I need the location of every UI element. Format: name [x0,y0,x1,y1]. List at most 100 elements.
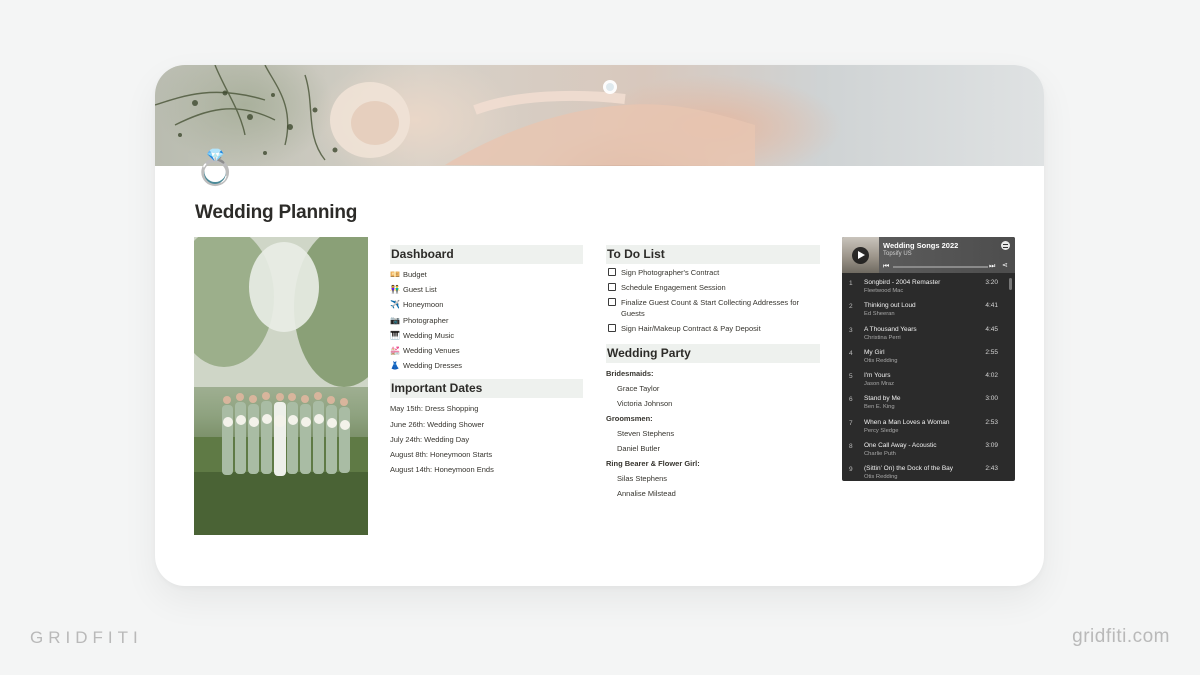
party-member: Steven Stephens [617,429,675,438]
track-number: 3 [849,326,853,334]
todo-item: Schedule Engagement Session [608,282,820,293]
track-duration: 2:43 [985,465,998,473]
player-header: Wedding Songs 2022 Topsify US ⏮ ⏭ ⋖ [842,237,1015,273]
todo-item: Sign Hair/Makeup Contract & Pay Deposit [608,323,820,334]
party-group-label: Bridesmaids: [606,369,654,378]
track-duration: 2:55 [985,348,998,356]
track-duration: 2:53 [985,418,998,426]
spotify-embed: Wedding Songs 2022 Topsify US ⏮ ⏭ ⋖ 1 Son… [842,237,1015,481]
notion-page: 💍 Wedding Planning Dashboard 💴 Budget 👫 … [155,65,1044,586]
next-track-icon[interactable]: ⏭ [989,263,995,270]
track-row[interactable]: 5 I'm Yours Jason Mraz 4:02 [842,371,1015,394]
date-item: May 15th: Dress Shopping [390,404,479,414]
date-item: June 26th: Wedding Shower [390,419,485,429]
date-item: August 8th: Honeymoon Starts [390,449,493,459]
track-row[interactable]: 1 Songbird - 2004 Remaster Fleetwood Mac 3:… [842,278,1015,301]
track-number: 5 [849,373,853,381]
page-title: Wedding Planning [195,202,358,223]
dashboard-item-label: Wedding Venues [403,345,460,355]
party-member: Daniel Butler [617,444,660,453]
dashboard-item-wedding-dresses[interactable]: 👗 Wedding Dresses [390,358,583,373]
dashboard-item-guest-list[interactable]: 👫 Guest List [390,282,583,297]
todo-text[interactable]: Finalize Guest Count & Start Collecting … [621,297,817,319]
todo-item: Finalize Guest Count & Start Collecting … [608,297,820,319]
track-title: Thinking out Loud [864,302,916,310]
dashboard-item-wedding-venues[interactable]: 💒 Wedding Venues [390,343,583,358]
todo-checkbox[interactable] [608,268,616,276]
track-row[interactable]: 2 Thinking out Loud Ed Sheeran 4:41 [842,301,1015,324]
track-number: 2 [849,303,853,311]
money-icon: 💴 [390,270,400,279]
brand-wordmark: GRIDFITI [30,628,143,647]
todo-checkbox[interactable] [608,324,616,332]
todo-heading: To Do List [606,245,820,264]
todo-checkbox[interactable] [608,298,616,306]
brand-url: gridfiti.com [1072,626,1170,647]
spotify-logo-icon[interactable] [1001,241,1010,250]
track-number: 1 [849,280,853,287]
bridal-party-photo [194,237,368,535]
track-title: Songbird - 2004 Remaster [864,279,941,286]
track-row[interactable]: 9 (Sittin' On) the Dock of the Bay Otis Re… [842,464,1015,481]
track-artist: Fleetwood Mac [864,288,904,294]
airplane-icon: ✈️ [390,300,400,310]
cover-image[interactable] [155,65,1044,166]
date-item: July 24th: Wedding Day [390,434,470,444]
track-title: Stand by Me [864,395,901,403]
track-artist: Jason Mraz [864,381,894,388]
todo-text[interactable]: Sign Hair/Makeup Contract & Pay Deposit [621,323,817,334]
dashboard-item-label: Wedding Music [403,330,455,340]
track-duration: 4:45 [985,325,998,333]
track-artist: Ben E. King [864,404,895,411]
dashboard-item-honeymoon[interactable]: ✈️ Honeymoon [390,297,583,312]
todo-checkbox[interactable] [608,283,616,291]
track-title: One Call Away - Acoustic [864,442,937,450]
play-icon[interactable] [852,247,869,264]
track-list[interactable]: 1 Songbird - 2004 Remaster Fleetwood Mac 3:… [842,273,1015,481]
share-icon[interactable]: ⋖ [1002,262,1008,270]
dashboard-item-label: Guest List [403,285,437,295]
track-number: 8 [849,443,853,451]
playlist-owner[interactable]: Topsify US [883,251,912,257]
track-duration: 3:20 [985,279,998,286]
dashboard-item-budget[interactable]: 💴 Budget [390,267,583,282]
track-title: (Sittin' On) the Dock of the Bay [864,465,954,473]
track-row[interactable]: 8 One Call Away - Acoustic Charlie Puth 3:0… [842,441,1015,464]
todo-column: To Do List Sign Photographer's Contract … [606,245,820,501]
piano-icon: 🎹 [390,330,400,340]
track-duration: 3:00 [985,395,998,403]
chapel-icon: 💒 [390,345,400,355]
track-title: When a Man Loves a Woman [864,418,950,426]
track-row[interactable]: 6 Stand by Me Ben E. King 3:00 [842,394,1015,417]
dashboard-item-label: Photographer [403,315,449,325]
scrollbar[interactable] [1009,278,1012,290]
previous-track-icon[interactable]: ⏮ [883,263,889,270]
track-title: I'm Yours [864,372,891,380]
track-row[interactable]: 3 A Thousand Years Christina Perri 4:45 [842,325,1015,348]
track-number: 4 [849,349,853,357]
progress-bar[interactable] [893,266,988,268]
track-number: 7 [849,419,853,427]
todo-item: Sign Photographer's Contract [608,267,820,278]
bridal-party-illustration [194,237,368,535]
wedding-party-heading: Wedding Party [606,344,820,363]
track-title: My Girl [864,348,885,356]
playlist-title[interactable]: Wedding Songs 2022 [883,241,958,250]
party-group-label: Ring Bearer & Flower Girl: [606,459,700,468]
ring-icon[interactable]: 💍 [194,147,236,189]
dashboard-item-wedding-music[interactable]: 🎹 Wedding Music [390,328,583,343]
cover-art [155,65,755,166]
todo-text[interactable]: Schedule Engagement Session [621,282,817,293]
date-item: August 14th: Honeymoon Ends [390,465,494,475]
todo-text[interactable]: Sign Photographer's Contract [621,267,817,278]
track-row[interactable]: 4 My Girl Otis Redding 2:55 [842,348,1015,371]
party-member: Victoria Johnson [617,399,673,408]
important-dates-heading: Important Dates [390,379,583,399]
track-row[interactable]: 7 When a Man Loves a Woman Percy Sledge 2:5… [842,418,1015,441]
track-artist: Charlie Puth [864,451,896,458]
track-artist: Otis Redding [864,474,898,481]
dashboard-item-photographer[interactable]: 📷 Photographer [390,313,583,328]
camera-icon: 📷 [390,315,400,325]
track-artist: Otis Redding [864,357,898,364]
party-member: Grace Taylor [617,384,660,393]
